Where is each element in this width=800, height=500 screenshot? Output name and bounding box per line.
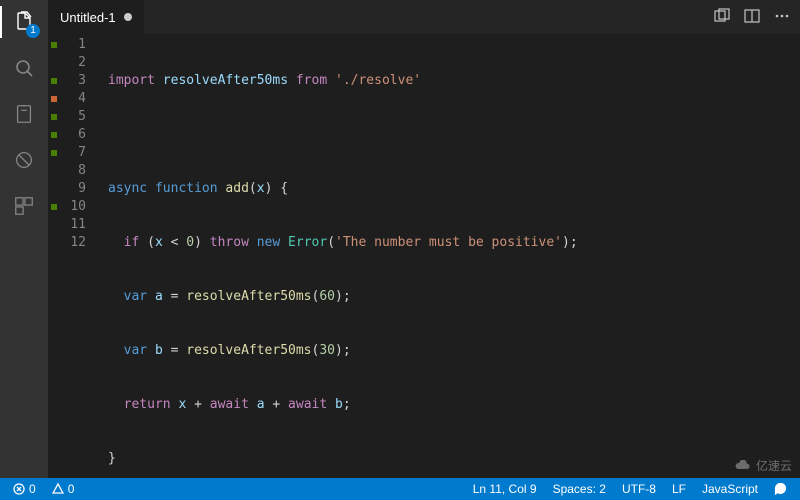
status-feedback-icon[interactable] <box>769 483 792 496</box>
status-eol[interactable]: LF <box>667 482 691 496</box>
code-editor[interactable]: 12 34 56 78 910 1112 import resolveAfter… <box>48 34 800 478</box>
tab-untitled[interactable]: Untitled-1 <box>48 0 144 34</box>
debug-icon[interactable] <box>10 146 38 174</box>
status-encoding[interactable]: UTF-8 <box>617 482 661 496</box>
activity-bar: 1 <box>0 0 48 478</box>
watermark: 亿速云 <box>734 457 792 474</box>
status-indentation[interactable]: Spaces: 2 <box>548 482 611 496</box>
status-bar: 0 0 Ln 11, Col 9 Spaces: 2 UTF-8 LF Java… <box>0 478 800 500</box>
search-icon[interactable] <box>10 54 38 82</box>
status-errors[interactable]: 0 <box>8 482 41 496</box>
source-control-icon[interactable] <box>10 100 38 128</box>
split-editor-icon[interactable] <box>744 8 760 27</box>
line-numbers: 12 34 56 78 910 1112 <box>60 34 98 478</box>
status-language[interactable]: JavaScript <box>697 482 763 496</box>
compare-changes-icon[interactable] <box>714 8 730 27</box>
status-cursor-position[interactable]: Ln 11, Col 9 <box>468 482 542 496</box>
more-actions-icon[interactable] <box>774 8 790 27</box>
status-warnings[interactable]: 0 <box>47 482 80 496</box>
explorer-badge: 1 <box>26 24 40 38</box>
dirty-indicator-icon <box>124 13 132 21</box>
extensions-icon[interactable] <box>10 192 38 220</box>
explorer-icon[interactable]: 1 <box>10 8 38 36</box>
tab-title: Untitled-1 <box>60 10 116 25</box>
code-content[interactable]: import resolveAfter50ms from './resolve'… <box>98 34 800 478</box>
glyph-margin <box>48 34 60 478</box>
tab-bar: Untitled-1 <box>48 0 800 34</box>
